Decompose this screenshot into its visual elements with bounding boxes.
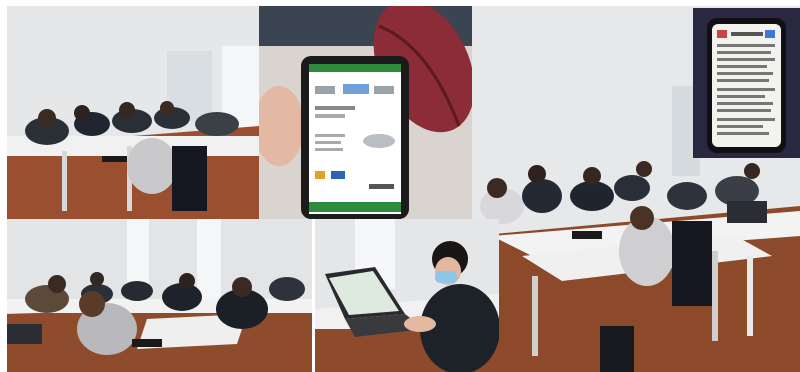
photo-classroom-students-bottom-left [7, 219, 312, 372]
photo-student-with-laptop-mask [315, 219, 499, 372]
photo-phone-screen-closeup-inset [693, 8, 800, 158]
photo-hand-holding-phone-car-rental-app [259, 6, 472, 219]
photo-classroom-students-writing-left [7, 6, 259, 219]
